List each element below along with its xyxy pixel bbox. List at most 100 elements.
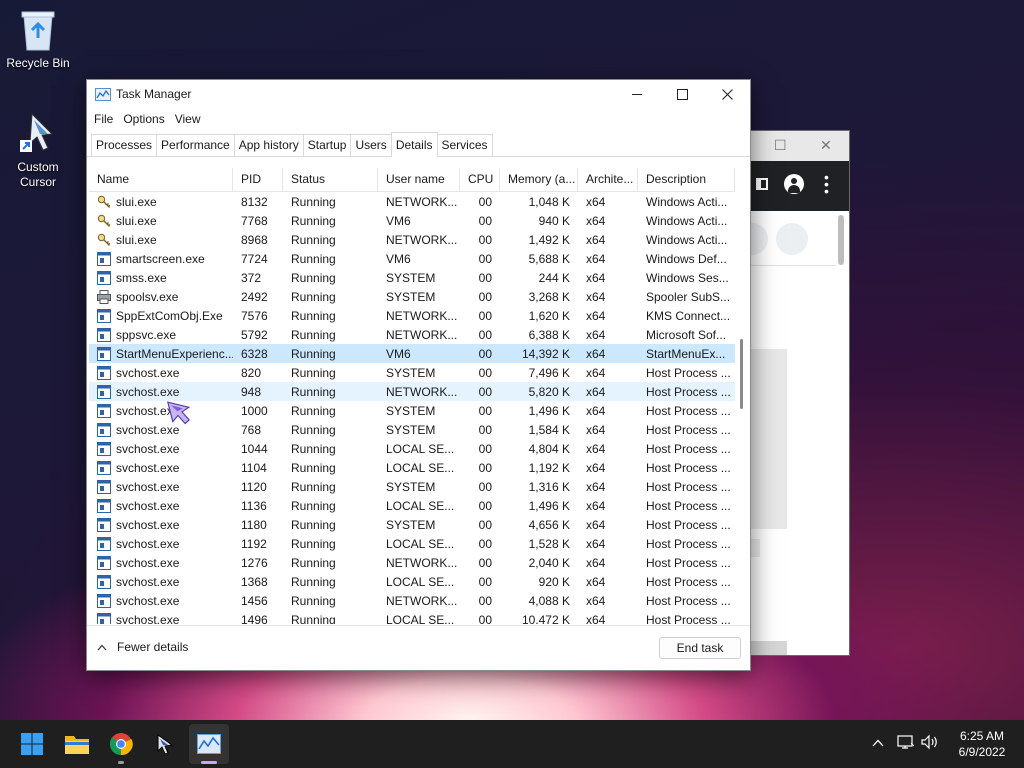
close-button[interactable] xyxy=(704,80,750,108)
table-row[interactable]: slui.exe 8132 Running NETWORK... 00 1,048 K x6… xyxy=(89,192,735,211)
column-header-architecture[interactable]: Archite... xyxy=(578,168,638,191)
table-row[interactable]: svchost.exe 1192 Running LOCAL SE... 00 1,528… xyxy=(89,534,735,553)
tab-app-history[interactable]: App history xyxy=(233,134,304,156)
close-icon[interactable]: ✕ xyxy=(820,137,832,154)
taskbar-custom-cursor[interactable] xyxy=(145,724,185,764)
process-architecture: x64 xyxy=(586,251,606,266)
process-description: Microsoft Sof... xyxy=(646,327,727,342)
process-status: Running xyxy=(291,194,336,209)
table-row[interactable]: SppExtComObj.Exe 7576 Running NETWORK... 00 1… xyxy=(89,306,735,325)
taskbar-file-explorer[interactable] xyxy=(57,724,97,764)
table-row[interactable]: svchost.exe 1136 Running LOCAL SE... 00 1,496… xyxy=(89,496,735,515)
process-name: slui.exe xyxy=(89,233,233,247)
maximize-icon[interactable]: ☐ xyxy=(774,137,787,154)
fewer-details-label: Fewer details xyxy=(117,640,189,654)
show-hidden-icons-button[interactable] xyxy=(872,736,884,750)
column-header-memory[interactable]: Memory (a... xyxy=(500,168,578,191)
table-row[interactable]: sppsvc.exe 5792 Running NETWORK... 00 6,388 K… xyxy=(89,325,735,344)
taskbar-chrome[interactable] xyxy=(101,724,141,764)
process-status: Running xyxy=(291,365,336,380)
title-bar[interactable]: Task Manager xyxy=(87,80,750,108)
clock-time: 6:25 AM xyxy=(959,729,1005,743)
column-header-status[interactable]: Status xyxy=(283,168,378,191)
menu-file[interactable]: File xyxy=(89,112,118,126)
column-header-cpu[interactable]: CPU xyxy=(460,168,500,191)
process-status: Running xyxy=(291,384,336,399)
process-pid: 1104 xyxy=(241,460,267,475)
tab-startup[interactable]: Startup xyxy=(302,134,352,156)
process-architecture: x64 xyxy=(586,517,606,532)
desktop-icon-label: Recycle Bin xyxy=(6,56,70,70)
process-description: Host Process ... xyxy=(646,498,731,513)
process-user: SYSTEM xyxy=(386,517,436,532)
column-header-description[interactable]: Description xyxy=(638,168,735,191)
placeholder-block xyxy=(750,349,787,529)
profile-icon[interactable] xyxy=(784,174,804,194)
process-name: svchost.exe xyxy=(89,460,233,475)
scrollbar-thumb[interactable] xyxy=(740,339,743,409)
fewer-details-button[interactable]: Fewer details xyxy=(97,640,188,654)
table-row[interactable]: svchost.exe 1276 Running NETWORK... 00 2,040 … xyxy=(89,553,735,572)
start-button[interactable] xyxy=(12,724,52,764)
table-row[interactable]: smss.exe 372 Running SYSTEM 00 244 K x64 Window… xyxy=(89,268,735,287)
task-manager-window[interactable]: Task Manager File Options View Processes… xyxy=(86,79,751,671)
process-memory: 1,496 K xyxy=(528,403,570,418)
process-name-label: slui.exe xyxy=(116,232,157,247)
tab-details[interactable]: Details xyxy=(390,132,438,157)
table-row[interactable]: slui.exe 8968 Running NETWORK... 00 1,492 K x6… xyxy=(89,230,735,249)
table-row[interactable]: svchost.exe 1180 Running SYSTEM 00 4,656 K x64… xyxy=(89,515,735,534)
menu-view[interactable]: View xyxy=(170,112,206,126)
vertical-scrollbar[interactable] xyxy=(739,192,745,622)
process-architecture: x64 xyxy=(586,422,606,437)
more-options-icon[interactable]: • • • xyxy=(824,170,829,198)
process-cpu: 00 xyxy=(478,232,492,247)
app-window-icon xyxy=(97,441,111,456)
process-cpu: 00 xyxy=(478,365,492,380)
table-row[interactable]: svchost.exe 1044 Running LOCAL SE... 00 4,804… xyxy=(89,439,735,458)
process-cpu: 00 xyxy=(478,270,492,285)
desktop-icon-recycle-bin[interactable]: Recycle Bin xyxy=(0,8,76,70)
menu-options[interactable]: Options xyxy=(118,112,169,126)
chrome-icon xyxy=(109,733,133,756)
minimize-button[interactable] xyxy=(614,80,660,108)
taskbar-clock[interactable]: 6:25 AM 6/9/2022 xyxy=(944,728,1020,760)
desktop-icon-custom-cursor[interactable]: Custom Cursor xyxy=(0,112,76,190)
column-header-user-name[interactable]: User name xyxy=(378,168,460,191)
table-row[interactable]: svchost.exe 1456 Running NETWORK... 00 4,088 … xyxy=(89,591,735,610)
table-row[interactable]: svchost.exe 1496 Running LOCAL SE... 00 10,47… xyxy=(89,610,735,624)
network-button[interactable] xyxy=(897,734,915,753)
process-status: Running xyxy=(291,441,336,456)
tab-performance[interactable]: Performance xyxy=(156,134,235,156)
process-status: Running xyxy=(291,403,336,418)
custom-cursor-label: Custom Cursor xyxy=(17,160,59,189)
taskbar-task-manager[interactable] xyxy=(189,724,229,764)
browser-scrollbar[interactable] xyxy=(838,215,844,265)
process-name-label: svchost.exe xyxy=(116,574,180,589)
table-row[interactable]: slui.exe 7768 Running VM6 00 940 K x64 Windows … xyxy=(89,211,735,230)
process-memory: 1,496 K xyxy=(528,498,570,513)
table-row[interactable]: svchost.exe 1368 Running LOCAL SE... 00 920 K… xyxy=(89,572,735,591)
table-row[interactable]: smartscreen.exe 7724 Running VM6 00 5,688 K x6… xyxy=(89,249,735,268)
end-task-button[interactable]: End task xyxy=(659,637,741,659)
column-header-pid[interactable]: PID xyxy=(233,168,283,191)
tab-users[interactable]: Users xyxy=(350,134,392,156)
app-window-icon xyxy=(97,536,111,551)
table-row[interactable]: spoolsv.exe 2492 Running SYSTEM 00 3,268 K x64… xyxy=(89,287,735,306)
tab-services[interactable]: Services xyxy=(436,134,493,156)
process-cpu: 00 xyxy=(478,384,492,399)
process-name: svchost.exe xyxy=(89,536,233,551)
process-architecture: x64 xyxy=(586,194,606,209)
volume-button[interactable] xyxy=(921,734,939,753)
table-row[interactable]: svchost.exe 1104 Running LOCAL SE... 00 1,192… xyxy=(89,458,735,477)
maximize-button[interactable] xyxy=(659,80,705,108)
tab-processes[interactable]: Processes xyxy=(91,134,158,156)
background-browser-window[interactable]: ☐ ✕ • • • xyxy=(736,130,850,656)
table-row[interactable]: svchost.exe 820 Running SYSTEM 00 7,496 K x64 H… xyxy=(89,363,735,382)
process-memory: 1,192 K xyxy=(528,460,570,475)
key-icon xyxy=(97,214,111,228)
process-description: Host Process ... xyxy=(646,612,731,625)
table-row[interactable]: svchost.exe 1120 Running SYSTEM 00 1,316 K x64… xyxy=(89,477,735,496)
process-description: Host Process ... xyxy=(646,422,731,437)
table-row[interactable]: StartMenuExperienc... 6328 Running VM6 00 14,… xyxy=(89,344,735,363)
sidebar-toggle-icon[interactable] xyxy=(756,178,768,190)
